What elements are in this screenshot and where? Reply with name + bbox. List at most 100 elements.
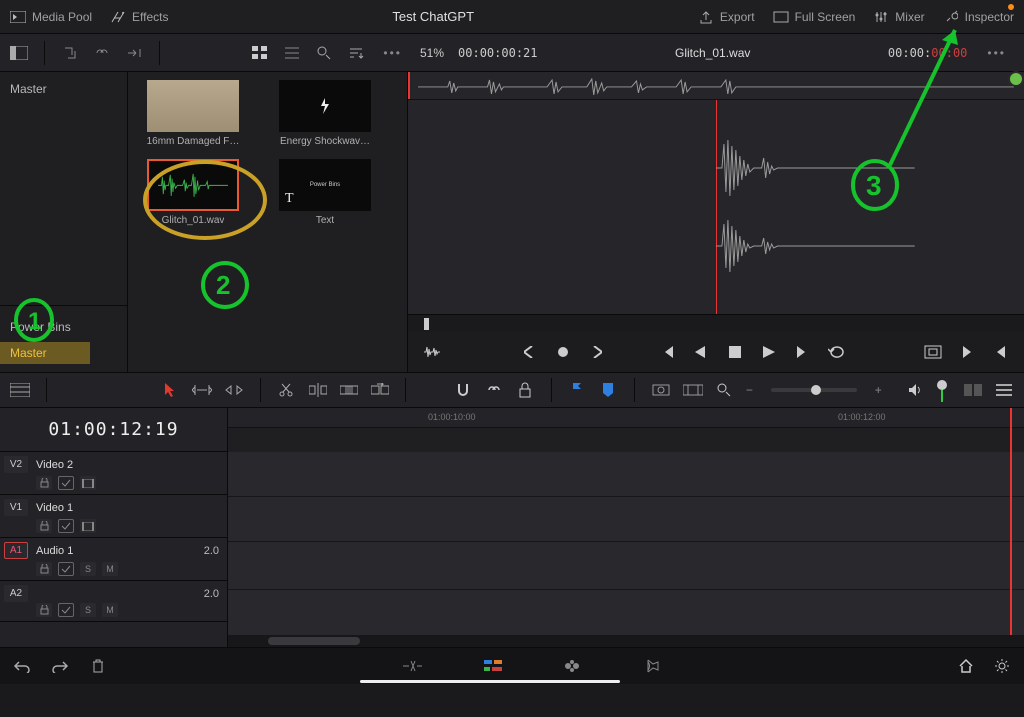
record-icon[interactable] xyxy=(554,343,572,361)
timeline-playhead[interactable] xyxy=(1010,408,1012,647)
dynamic-trim-icon[interactable] xyxy=(224,380,244,400)
auto-select-icon[interactable] xyxy=(58,562,74,576)
timeline-timecode[interactable]: 01:00:12:19 xyxy=(0,408,227,452)
zoom-full-icon[interactable] xyxy=(651,380,671,400)
stop-icon[interactable] xyxy=(726,343,744,361)
timeline-view-icon[interactable] xyxy=(10,380,30,400)
sort-icon[interactable] xyxy=(345,42,367,64)
effects-button[interactable]: Effects xyxy=(110,9,168,25)
jog-bar[interactable] xyxy=(408,314,1024,332)
reverse-play-icon[interactable] xyxy=(692,343,710,361)
undo-icon[interactable] xyxy=(12,656,32,676)
zoom-custom-icon[interactable] xyxy=(715,380,734,400)
timeline-lane-v2[interactable] xyxy=(228,452,1024,497)
timeline-lane-v1[interactable] xyxy=(228,497,1024,542)
viewer-zoom[interactable]: 51% xyxy=(420,46,444,60)
mixer-button[interactable]: Mixer xyxy=(873,9,924,25)
lock-track-icon[interactable] xyxy=(36,519,52,533)
go-out-icon[interactable] xyxy=(992,343,1010,361)
playhead[interactable] xyxy=(408,72,410,99)
track-header-v1[interactable]: V1 Video 1 xyxy=(0,495,227,538)
track-header-v2[interactable]: V2 Video 2 xyxy=(0,452,227,495)
timeline-scrollbar[interactable] xyxy=(228,635,1024,647)
marker-icon[interactable] xyxy=(599,380,618,400)
timeline-menu-icon[interactable] xyxy=(995,380,1014,400)
zoom-slider[interactable] xyxy=(771,388,857,392)
timeline-lane-a1[interactable] xyxy=(228,542,1024,590)
jog-handle[interactable] xyxy=(424,318,429,330)
link-selection-icon[interactable] xyxy=(484,380,503,400)
dual-viewer-icon[interactable] xyxy=(964,380,983,400)
bin-master[interactable]: Master xyxy=(10,82,47,96)
viewer-overview-track[interactable] xyxy=(408,72,1024,100)
track-badge[interactable]: V1 xyxy=(4,499,28,516)
track-badge[interactable]: A2 xyxy=(4,585,28,602)
list-view-icon[interactable] xyxy=(281,42,303,64)
clip-item[interactable]: Power Bins T Text xyxy=(270,159,380,226)
settings-icon[interactable] xyxy=(992,656,1012,676)
insert-clip-icon[interactable] xyxy=(308,380,327,400)
viewer-clip-name[interactable]: Glitch_01.wav xyxy=(552,46,874,60)
timeline-body[interactable]: 01:00:10:00 01:00:12:00 xyxy=(228,408,1024,647)
skip-start-icon[interactable] xyxy=(658,343,676,361)
solo-button[interactable]: S xyxy=(80,603,96,617)
prev-marker-icon[interactable] xyxy=(520,343,538,361)
trash-icon[interactable] xyxy=(88,656,108,676)
viewer-more-icon[interactable]: ••• xyxy=(981,46,1012,60)
auto-select-icon[interactable] xyxy=(58,603,74,617)
sync-icon[interactable] xyxy=(123,42,145,64)
zoom-slider-knob[interactable] xyxy=(811,385,821,395)
media-pool-button[interactable]: Media Pool xyxy=(10,9,92,25)
skip-end-icon[interactable] xyxy=(794,343,812,361)
play-icon[interactable] xyxy=(760,343,778,361)
scrollbar-thumb[interactable] xyxy=(268,637,360,645)
lock-track-icon[interactable] xyxy=(36,476,52,490)
replace-clip-icon[interactable] xyxy=(370,380,389,400)
page-fairlight-icon[interactable] xyxy=(642,656,662,676)
loop-icon[interactable] xyxy=(828,343,846,361)
trim-tool-icon[interactable] xyxy=(192,380,212,400)
fullscreen-button[interactable]: Full Screen xyxy=(773,9,856,25)
viewer-tc-left[interactable]: 00:00:00:21 xyxy=(458,46,537,60)
page-fusion-icon[interactable] xyxy=(562,656,582,676)
lock-icon[interactable] xyxy=(516,380,535,400)
video-track-icon[interactable] xyxy=(80,476,96,490)
track-badge[interactable]: V2 xyxy=(4,456,28,473)
redo-icon[interactable] xyxy=(50,656,70,676)
inspector-button[interactable]: Inspector xyxy=(943,9,1014,25)
more-icon[interactable]: ••• xyxy=(377,46,408,60)
go-in-icon[interactable] xyxy=(958,343,976,361)
snap-icon[interactable] xyxy=(453,380,472,400)
clip-item[interactable]: Energy Shockwav… xyxy=(270,80,380,147)
video-track-icon[interactable] xyxy=(80,519,96,533)
monitor-volume-icon[interactable] xyxy=(906,380,926,400)
overwrite-clip-icon[interactable] xyxy=(339,380,358,400)
timeline-lane-a2[interactable] xyxy=(228,590,1024,638)
lock-track-icon[interactable] xyxy=(36,562,52,576)
clip-item[interactable]: 16mm Damaged F… xyxy=(138,80,248,147)
search-icon[interactable] xyxy=(313,42,335,64)
page-cut-icon[interactable] xyxy=(402,656,422,676)
layout-toggle-icon[interactable] xyxy=(8,42,30,64)
home-icon[interactable] xyxy=(956,656,976,676)
clip-item-selected[interactable]: Glitch_01.wav xyxy=(138,159,248,226)
selection-tool-icon[interactable] xyxy=(161,380,180,400)
import-icon[interactable] xyxy=(59,42,81,64)
zoom-detail-icon[interactable] xyxy=(683,380,703,400)
lock-track-icon[interactable] xyxy=(36,603,52,617)
dim-knob[interactable] xyxy=(932,380,952,400)
power-bin-master[interactable]: Master xyxy=(0,342,90,364)
mute-button[interactable]: M xyxy=(102,603,118,617)
mute-button[interactable]: M xyxy=(102,562,118,576)
match-frame-icon[interactable] xyxy=(924,343,942,361)
auto-select-icon[interactable] xyxy=(58,476,74,490)
timeline-ruler[interactable]: 01:00:10:00 01:00:12:00 xyxy=(228,408,1024,428)
blade-tool-icon[interactable] xyxy=(277,380,296,400)
track-header-a2[interactable]: A2 2.0 S M xyxy=(0,581,227,622)
track-header-a1[interactable]: A1 Audio 1 2.0 S M xyxy=(0,538,227,581)
page-edit-icon[interactable] xyxy=(482,656,502,676)
waveform-mode-icon[interactable] xyxy=(422,345,442,359)
solo-button[interactable]: S xyxy=(80,562,96,576)
thumbnail-view-icon[interactable] xyxy=(249,42,271,64)
export-button[interactable]: Export xyxy=(698,9,755,25)
